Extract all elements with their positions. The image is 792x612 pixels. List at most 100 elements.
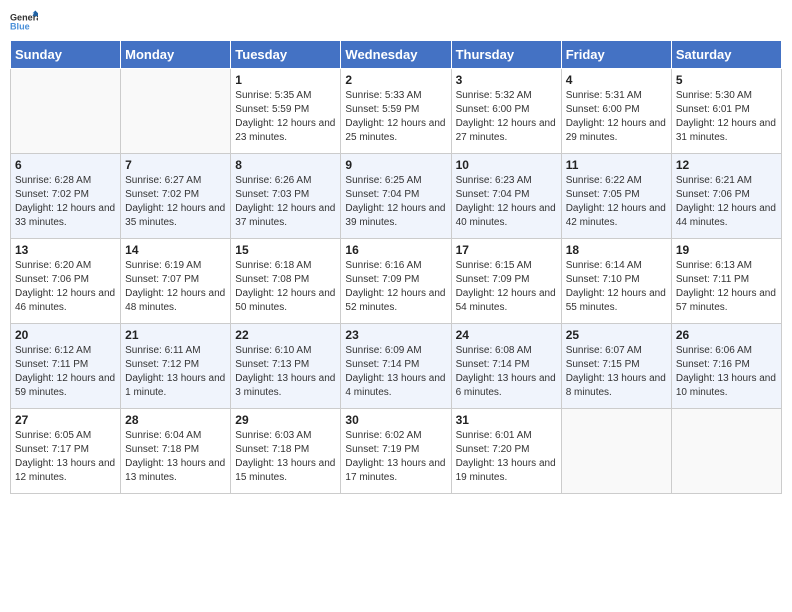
header-tuesday: Tuesday [231,41,341,69]
calendar-cell: 27 Sunrise: 6:05 AM Sunset: 7:17 PM Dayli… [11,409,121,494]
calendar-cell: 14Sunrise: 6:19 AM Sunset: 7:07 PM Dayli… [121,239,231,324]
page-header: General Blue [10,10,782,32]
day-info: Sunrise: 6:20 AM Sunset: 7:06 PM Dayligh… [15,259,116,315]
logo-icon: General Blue [10,10,38,32]
day-number: 29 [235,413,336,427]
calendar-cell: 30Sunrise: 6:02 AM Sunset: 7:19 PM Dayli… [341,409,451,494]
day-number: 14 [125,243,226,257]
day-number: 27 [15,413,116,427]
day-info: Sunrise: 5:33 AM Sunset: 5:59 PM Dayligh… [345,89,446,145]
day-number: 9 [345,158,446,172]
day-info: Sunrise: 6:12 AM Sunset: 7:11 PM Dayligh… [15,344,116,400]
calendar-cell: 19 Sunrise: 6:13 AM Sunset: 7:11 PM Dayli… [671,239,781,324]
calendar-cell: 5 Sunrise: 5:30 AM Sunset: 6:01 PM Daylig… [671,69,781,154]
header-wednesday: Wednesday [341,41,451,69]
calendar-cell: 8Sunrise: 6:26 AM Sunset: 7:03 PM Daylig… [231,154,341,239]
calendar-week-3: 13 Sunrise: 6:20 AM Sunset: 7:06 PM Dayli… [11,239,782,324]
day-number: 13 [15,243,116,257]
calendar-cell: 29Sunrise: 6:03 AM Sunset: 7:18 PM Dayli… [231,409,341,494]
calendar-week-2: 6 Sunrise: 6:28 AM Sunset: 7:02 PM Daylig… [11,154,782,239]
day-info: Sunrise: 6:01 AM Sunset: 7:20 PM Dayligh… [456,429,557,485]
calendar-week-5: 27 Sunrise: 6:05 AM Sunset: 7:17 PM Dayli… [11,409,782,494]
calendar-week-4: 20 Sunrise: 6:12 AM Sunset: 7:11 PM Dayli… [11,324,782,409]
day-number: 17 [456,243,557,257]
calendar-cell: 4 Sunrise: 5:31 AM Sunset: 6:00 PM Daylig… [561,69,671,154]
day-number: 21 [125,328,226,342]
calendar-cell: 12 Sunrise: 6:21 AM Sunset: 7:06 PM Dayli… [671,154,781,239]
day-number: 24 [456,328,557,342]
calendar-cell: 20 Sunrise: 6:12 AM Sunset: 7:11 PM Dayli… [11,324,121,409]
day-info: Sunrise: 6:18 AM Sunset: 7:08 PM Dayligh… [235,259,336,315]
day-number: 12 [676,158,777,172]
day-number: 5 [676,73,777,87]
day-info: Sunrise: 6:06 AM Sunset: 7:16 PM Dayligh… [676,344,777,400]
header-thursday: Thursday [451,41,561,69]
calendar-cell: 10 Sunrise: 6:23 AM Sunset: 7:04 PM Dayli… [451,154,561,239]
calendar-cell [121,69,231,154]
day-info: Sunrise: 6:14 AM Sunset: 7:10 PM Dayligh… [566,259,667,315]
day-info: Sunrise: 6:04 AM Sunset: 7:18 PM Dayligh… [125,429,226,485]
calendar-cell: 22Sunrise: 6:10 AM Sunset: 7:13 PM Dayli… [231,324,341,409]
calendar-cell: 24 Sunrise: 6:08 AM Sunset: 7:14 PM Dayli… [451,324,561,409]
day-info: Sunrise: 5:30 AM Sunset: 6:01 PM Dayligh… [676,89,777,145]
calendar-cell [671,409,781,494]
day-number: 20 [15,328,116,342]
day-info: Sunrise: 6:10 AM Sunset: 7:13 PM Dayligh… [235,344,336,400]
day-number: 2 [345,73,446,87]
calendar-cell: 28 Sunrise: 6:04 AM Sunset: 7:18 PM Dayli… [121,409,231,494]
calendar-cell: 21 Sunrise: 6:11 AM Sunset: 7:12 PM Dayli… [121,324,231,409]
day-number: 15 [235,243,336,257]
day-info: Sunrise: 6:25 AM Sunset: 7:04 PM Dayligh… [345,174,446,230]
calendar-cell [561,409,671,494]
day-number: 19 [676,243,777,257]
day-info: Sunrise: 6:22 AM Sunset: 7:05 PM Dayligh… [566,174,667,230]
day-info: Sunrise: 6:27 AM Sunset: 7:02 PM Dayligh… [125,174,226,230]
day-number: 28 [125,413,226,427]
day-number: 25 [566,328,667,342]
day-number: 23 [345,328,446,342]
header-saturday: Saturday [671,41,781,69]
calendar-cell: 15 Sunrise: 6:18 AM Sunset: 7:08 PM Dayli… [231,239,341,324]
calendar-cell: 25 Sunrise: 6:07 AM Sunset: 7:15 PM Dayli… [561,324,671,409]
day-info: Sunrise: 6:05 AM Sunset: 7:17 PM Dayligh… [15,429,116,485]
header-sunday: Sunday [11,41,121,69]
day-number: 10 [456,158,557,172]
calendar-header-row: SundayMondayTuesdayWednesdayThursdayFrid… [11,41,782,69]
day-info: Sunrise: 6:21 AM Sunset: 7:06 PM Dayligh… [676,174,777,230]
calendar-table: SundayMondayTuesdayWednesdayThursdayFrid… [10,40,782,494]
day-info: Sunrise: 5:31 AM Sunset: 6:00 PM Dayligh… [566,89,667,145]
day-number: 6 [15,158,116,172]
calendar-cell: 11 Sunrise: 6:22 AM Sunset: 7:05 PM Dayli… [561,154,671,239]
calendar-cell: 26 Sunrise: 6:06 AM Sunset: 7:16 PM Dayli… [671,324,781,409]
logo: General Blue [10,10,38,32]
day-number: 3 [456,73,557,87]
calendar-cell: 23Sunrise: 6:09 AM Sunset: 7:14 PM Dayli… [341,324,451,409]
day-info: Sunrise: 6:23 AM Sunset: 7:04 PM Dayligh… [456,174,557,230]
day-number: 11 [566,158,667,172]
day-info: Sunrise: 6:28 AM Sunset: 7:02 PM Dayligh… [15,174,116,230]
header-friday: Friday [561,41,671,69]
day-info: Sunrise: 6:13 AM Sunset: 7:11 PM Dayligh… [676,259,777,315]
calendar-cell: 2 Sunrise: 5:33 AM Sunset: 5:59 PM Daylig… [341,69,451,154]
calendar-cell: 7 Sunrise: 6:27 AM Sunset: 7:02 PM Daylig… [121,154,231,239]
day-info: Sunrise: 6:07 AM Sunset: 7:15 PM Dayligh… [566,344,667,400]
calendar-cell: 16Sunrise: 6:16 AM Sunset: 7:09 PM Dayli… [341,239,451,324]
day-info: Sunrise: 6:11 AM Sunset: 7:12 PM Dayligh… [125,344,226,400]
calendar-cell: 1 Sunrise: 5:35 AM Sunset: 5:59 PM Daylig… [231,69,341,154]
calendar-cell: 17Sunrise: 6:15 AM Sunset: 7:09 PM Dayli… [451,239,561,324]
calendar-cell: 9 Sunrise: 6:25 AM Sunset: 7:04 PM Daylig… [341,154,451,239]
day-number: 26 [676,328,777,342]
day-info: Sunrise: 6:08 AM Sunset: 7:14 PM Dayligh… [456,344,557,400]
calendar-week-1: 1 Sunrise: 5:35 AM Sunset: 5:59 PM Daylig… [11,69,782,154]
day-number: 31 [456,413,557,427]
day-number: 4 [566,73,667,87]
svg-text:Blue: Blue [10,21,30,31]
day-info: Sunrise: 5:35 AM Sunset: 5:59 PM Dayligh… [235,89,336,145]
day-number: 8 [235,158,336,172]
calendar-cell: 31 Sunrise: 6:01 AM Sunset: 7:20 PM Dayli… [451,409,561,494]
day-number: 7 [125,158,226,172]
day-number: 1 [235,73,336,87]
day-number: 30 [345,413,446,427]
calendar-cell: 6 Sunrise: 6:28 AM Sunset: 7:02 PM Daylig… [11,154,121,239]
day-info: Sunrise: 5:32 AM Sunset: 6:00 PM Dayligh… [456,89,557,145]
